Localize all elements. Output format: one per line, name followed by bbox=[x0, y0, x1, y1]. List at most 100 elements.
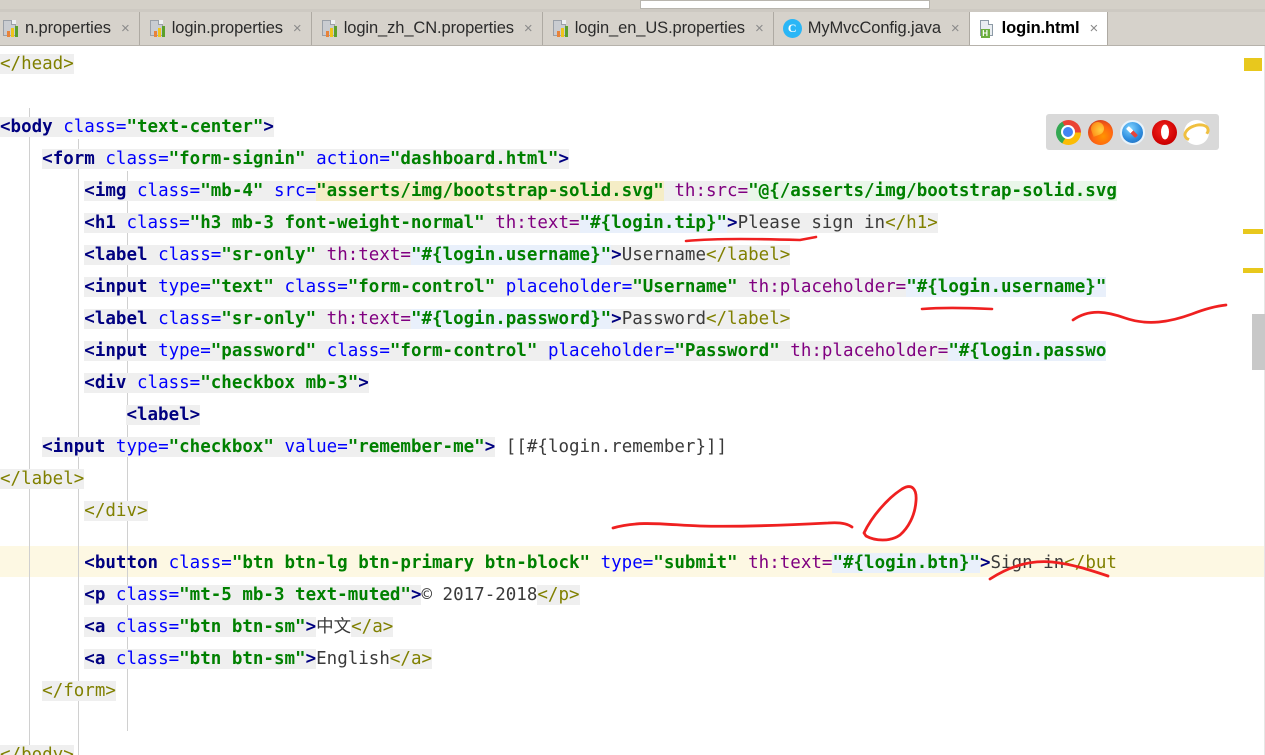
token-form-action-value: "dashboard.html" bbox=[389, 149, 559, 169]
token-head-close: </head> bbox=[0, 54, 74, 74]
token-a-class-value: "btn btn-sm" bbox=[179, 649, 306, 669]
browser-preview-toolbar[interactable] bbox=[1046, 114, 1219, 150]
token-body-open: <body bbox=[0, 117, 53, 137]
code-line: <img class="mb-4" src="asserts/img/boots… bbox=[0, 176, 1117, 208]
tab-login-en-us-properties[interactable]: login_en_US.properties × bbox=[542, 12, 774, 45]
close-icon[interactable]: × bbox=[1090, 21, 1099, 36]
tab-login-html[interactable]: H login.html × bbox=[969, 12, 1109, 45]
tab-label: login_zh_CN.properties bbox=[343, 19, 514, 37]
opera-icon[interactable] bbox=[1152, 119, 1178, 145]
editor-tab-bar[interactable]: n.properties × login.properties × login_… bbox=[0, 12, 1265, 46]
token-input-type-text: "text" bbox=[210, 277, 274, 297]
properties-file-icon bbox=[149, 19, 166, 38]
warning-marker-mid-2[interactable] bbox=[1243, 268, 1263, 273]
code-line: <label> bbox=[0, 400, 201, 432]
code-line: <input type="password" class="form-contr… bbox=[0, 336, 1107, 368]
tab-label: MyMvcConfig.java bbox=[807, 19, 941, 37]
token-body-close: </body> bbox=[0, 745, 74, 755]
token-p-close: </p> bbox=[537, 585, 580, 605]
token-button-thtext-value: "#{login.btn}" bbox=[832, 553, 980, 573]
close-icon[interactable]: × bbox=[951, 21, 960, 36]
firefox-icon[interactable] bbox=[1087, 119, 1113, 145]
close-icon[interactable]: × bbox=[293, 21, 302, 36]
safari-icon[interactable] bbox=[1119, 119, 1145, 145]
token-body-class-value: "text-center" bbox=[126, 117, 264, 137]
token-img-thsrc-value: "@{/asserts/img/bootstrap-solid.svg bbox=[748, 181, 1117, 201]
properties-file-icon bbox=[552, 19, 569, 38]
token-button-type-value: "submit" bbox=[653, 553, 738, 573]
toolbar-overlay-box bbox=[640, 0, 930, 9]
token-placeholder-attr: placeholder= bbox=[505, 277, 633, 297]
code-line: </body> bbox=[0, 740, 74, 755]
token-form-class-value: "form-signin" bbox=[168, 149, 306, 169]
code-line: <label class="sr-only" th:text="#{login.… bbox=[84, 245, 791, 265]
token-div-open: <div bbox=[84, 373, 127, 393]
code-line: </label> bbox=[0, 464, 85, 496]
token-class-attr: class= bbox=[63, 117, 127, 137]
chrome-icon[interactable] bbox=[1055, 119, 1081, 145]
tab-label: login_en_US.properties bbox=[574, 19, 745, 37]
code-line: <p class="mt-5 mb-3 text-muted">© 2017-2… bbox=[84, 585, 580, 605]
code-line: <a class="btn btn-sm">English</a> bbox=[84, 649, 433, 669]
internet-explorer-icon[interactable] bbox=[1184, 119, 1210, 145]
code-line: <form class="form-signin" action="dashbo… bbox=[42, 149, 570, 169]
token-a-class-value: "btn btn-sm" bbox=[179, 617, 306, 637]
token-class-attr: class= bbox=[115, 649, 180, 669]
token-a-close: </a> bbox=[389, 649, 433, 669]
token-thtext-attr: th:text= bbox=[495, 213, 580, 233]
token-label-close: </label> bbox=[705, 309, 791, 329]
token-label-password-value: "#{login.password}" bbox=[410, 309, 612, 329]
close-icon[interactable]: × bbox=[755, 21, 764, 36]
token-input-placeholder-username: "Username" bbox=[632, 277, 738, 297]
token-input-placeholder-password: "Password" bbox=[674, 341, 780, 361]
tab-label: login.html bbox=[1001, 19, 1080, 37]
close-icon[interactable]: × bbox=[121, 21, 130, 36]
tab-n-properties[interactable]: n.properties × bbox=[0, 12, 140, 45]
code-line: </form> bbox=[0, 676, 116, 708]
token-type-attr: type= bbox=[158, 277, 211, 297]
warning-marker-top[interactable] bbox=[1244, 58, 1262, 71]
tab-login-zh-cn-properties[interactable]: login_zh_CN.properties × bbox=[311, 12, 543, 45]
code-line: <label class="sr-only" th:text="#{login.… bbox=[84, 309, 791, 329]
token-p-open: <p bbox=[84, 585, 106, 605]
token-h1-content: Please sign in bbox=[737, 213, 886, 233]
token-type-attr: type= bbox=[158, 341, 211, 361]
token-p-class-value: "mt-5 mb-3 text-muted" bbox=[179, 585, 411, 605]
token-thtext-attr: th:text= bbox=[326, 309, 411, 329]
token-thplaceholder-attr: th:placeholder= bbox=[790, 341, 949, 361]
token-form-close: </form> bbox=[42, 681, 116, 701]
token-thsrc-attr: th:src= bbox=[674, 181, 749, 201]
vertical-scrollbar-thumb[interactable] bbox=[1252, 314, 1265, 370]
token-input-open: <input bbox=[42, 437, 106, 457]
token-class-attr: class= bbox=[158, 309, 222, 329]
token-class-attr: class= bbox=[137, 181, 201, 201]
code-editor[interactable]: </head> <body class="text-center"> <form… bbox=[0, 46, 1265, 755]
token-input-value-remember: "remember-me" bbox=[347, 437, 485, 457]
window-chrome-strip bbox=[0, 0, 1265, 12]
token-label-class-value: "sr-only" bbox=[221, 309, 317, 329]
close-icon[interactable]: × bbox=[524, 21, 533, 36]
tab-mymvcconfig-java[interactable]: C MyMvcConfig.java × bbox=[773, 12, 970, 45]
token-a-open: <a bbox=[84, 649, 106, 669]
token-label-username-value: "#{login.username}" bbox=[410, 245, 612, 265]
token-class-attr: class= bbox=[105, 149, 169, 169]
code-line: <h1 class="h3 mb-3 font-weight-normal" t… bbox=[84, 213, 938, 233]
token-p-content: © 2017-2018 bbox=[421, 585, 538, 605]
token-input-class-value: "form-control" bbox=[347, 277, 496, 297]
html-badge-letter: H bbox=[980, 28, 990, 38]
code-line: <a class="btn btn-sm">中文</a> bbox=[84, 617, 394, 637]
token-placeholder-attr: placeholder= bbox=[547, 341, 675, 361]
token-a-content-zh: 中文 bbox=[316, 617, 352, 637]
tab-login-properties[interactable]: login.properties × bbox=[139, 12, 312, 45]
token-label-username-content: Username bbox=[621, 245, 706, 265]
token-img-open: <img bbox=[84, 181, 127, 201]
html-file-icon: H bbox=[979, 19, 996, 38]
token-a-close: </a> bbox=[351, 617, 394, 637]
token-img-class-value: "mb-4" bbox=[200, 181, 264, 201]
token-input-thplaceholder-password: "#{login.passwo bbox=[948, 341, 1107, 361]
token-button-content: Sign in bbox=[990, 553, 1065, 573]
token-class-attr: class= bbox=[115, 585, 180, 605]
token-h1-open: <h1 bbox=[84, 213, 116, 233]
underline-login-username bbox=[1071, 303, 1228, 324]
warning-marker-mid-1[interactable] bbox=[1243, 229, 1263, 234]
